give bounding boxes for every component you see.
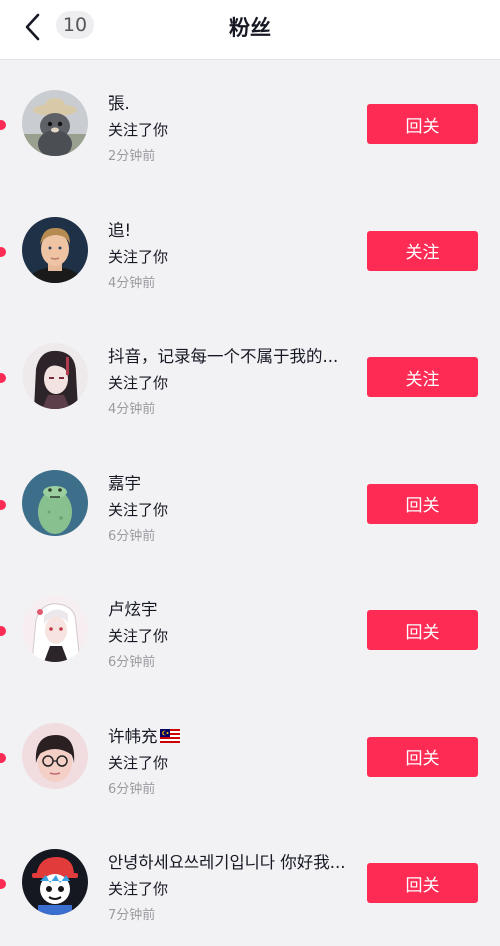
top-bar: 10 粉丝: [0, 0, 500, 60]
follow-back-button[interactable]: 回关: [367, 610, 478, 650]
follower-row[interactable]: 안녕하세요쓰레기입니다 你好我... 关注了你 7分钟前 回关: [0, 819, 500, 946]
avatar[interactable]: [22, 343, 88, 409]
follow-status: 关注了你: [108, 121, 169, 139]
follower-row[interactable]: 張. 关注了你 2分钟前 回关: [0, 60, 500, 187]
timestamp: 2分钟前: [108, 149, 156, 164]
follower-name[interactable]: 안녕하세요쓰레기입니다 你好我...: [108, 849, 363, 873]
unread-dot: [0, 879, 6, 889]
timestamp: 7分钟前: [108, 908, 156, 923]
unread-dot: [0, 626, 6, 636]
follower-name-text: 许帏充: [108, 726, 158, 746]
count-badge: 10: [56, 11, 94, 39]
follower-name[interactable]: 许帏充: [108, 723, 363, 747]
avatar[interactable]: [22, 596, 88, 662]
timestamp: 6分钟前: [108, 655, 156, 670]
follow-status: 关注了你: [108, 247, 169, 266]
follow-button[interactable]: 关注: [367, 357, 478, 397]
timestamp: 6分钟前: [108, 781, 156, 797]
follower-list: 張. 关注了你 2分钟前 回关 追! 关注了你 4分钟前 关注 抖音，记录每一个…: [0, 60, 500, 946]
follow-status: 关注了你: [108, 374, 169, 392]
timestamp: 4分钟前: [108, 402, 156, 417]
follower-name[interactable]: 嘉宇: [108, 470, 363, 494]
follower-row[interactable]: 追! 关注了你 4分钟前 关注: [0, 187, 500, 314]
follow-status: 关注了你: [108, 880, 169, 898]
follower-name[interactable]: 卢炫宇: [108, 596, 363, 620]
unread-dot: [0, 499, 6, 510]
timestamp: 4分钟前: [108, 275, 156, 291]
unread-dot: [0, 120, 6, 130]
follow-status: 关注了你: [108, 753, 169, 772]
unread-dot: [0, 246, 6, 257]
follower-row[interactable]: 卢炫宇 关注了你 6分钟前 回关: [0, 566, 500, 693]
follower-name[interactable]: 追!: [108, 217, 363, 241]
avatar[interactable]: [22, 216, 88, 283]
unread-dot: [0, 373, 6, 383]
follow-back-button[interactable]: 回关: [367, 863, 478, 903]
follower-row[interactable]: 许帏充 关注了你 6分钟前 回关: [0, 693, 500, 820]
follow-status: 关注了你: [108, 500, 169, 519]
avatar[interactable]: [22, 90, 88, 156]
avatar[interactable]: [22, 849, 88, 915]
follow-status: 关注了你: [108, 627, 169, 645]
follower-name[interactable]: 張.: [108, 90, 363, 114]
follow-back-button[interactable]: 回关: [367, 736, 478, 777]
unread-dot: [0, 752, 6, 763]
malaysia-flag-icon: [159, 728, 180, 743]
follower-name[interactable]: 抖音，记录每一个不属于我的...: [108, 343, 363, 367]
avatar[interactable]: [22, 469, 88, 536]
timestamp: 6分钟前: [108, 528, 156, 544]
follower-row[interactable]: 抖音，记录每一个不属于我的... 关注了你 4分钟前 关注: [0, 313, 500, 440]
follow-back-button[interactable]: 回关: [367, 483, 478, 524]
follow-back-button[interactable]: 回关: [367, 104, 478, 144]
chevron-left-icon: [25, 13, 40, 41]
avatar[interactable]: [22, 722, 88, 789]
back-button[interactable]: [16, 10, 50, 44]
follower-row[interactable]: 嘉宇 关注了你 6分钟前 回关: [0, 440, 500, 567]
follow-button[interactable]: 关注: [367, 230, 478, 271]
